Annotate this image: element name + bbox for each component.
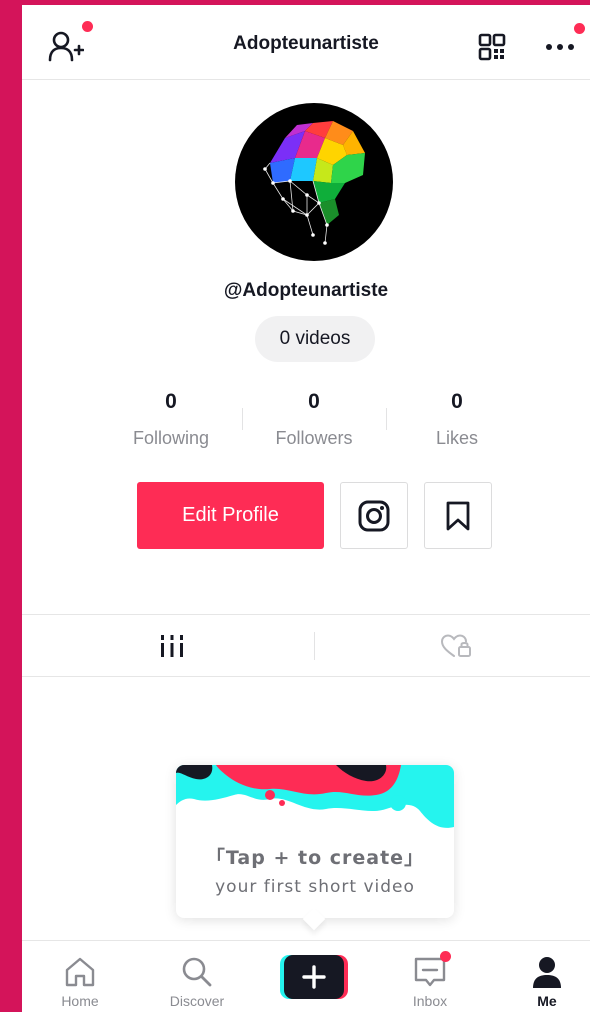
- username-handle: @Adopteunartiste: [223, 280, 389, 301]
- brain-logo-icon: [263, 121, 365, 245]
- stat-value: 0: [308, 390, 320, 413]
- nav-home[interactable]: Home: [30, 941, 130, 1012]
- tab-videos[interactable]: [30, 615, 314, 677]
- tab-liked[interactable]: [314, 615, 590, 677]
- home-icon: [65, 957, 95, 987]
- stat-following[interactable]: 0 Following: [101, 390, 241, 449]
- notification-dot: [574, 23, 585, 34]
- nav-me[interactable]: Me: [497, 941, 590, 1012]
- top-bar: Adopteunartiste: [22, 5, 590, 80]
- instagram-button[interactable]: [340, 482, 408, 549]
- notification-dot: [82, 21, 93, 32]
- create-prompt-subtitle: your first short video: [215, 877, 415, 897]
- create-first-video-card[interactable]: 「Tap + to create」 your first short video: [176, 765, 454, 931]
- instagram-icon: [358, 500, 390, 531]
- content-tabs: [22, 614, 590, 677]
- nav-discover[interactable]: Discover: [147, 941, 247, 1012]
- search-icon: [182, 957, 212, 987]
- favorites-button[interactable]: [424, 482, 492, 549]
- bookmark-icon: [446, 501, 470, 530]
- card-pointer: [302, 907, 326, 931]
- videos-grid-icon: [161, 635, 183, 657]
- edit-profile-button[interactable]: Edit Profile: [137, 482, 324, 549]
- stat-label: Following: [132, 428, 210, 448]
- create-plus-icon: [280, 955, 348, 999]
- nav-inbox[interactable]: Inbox: [380, 941, 480, 1012]
- nav-label: Discover: [169, 993, 225, 1009]
- qr-code-icon: [478, 33, 506, 61]
- profile-screen: Adopteunartiste @Adopteunartiste 0 video…: [22, 5, 590, 1012]
- create-prompt-title: 「Tap + to create」: [205, 847, 425, 869]
- stat-value: 0: [165, 390, 177, 413]
- videos-count-badge: 0 videos: [255, 316, 375, 362]
- stat-label: Followers: [275, 428, 353, 448]
- nav-label: Home: [61, 993, 99, 1009]
- stat-value: 0: [451, 390, 463, 413]
- stat-likes[interactable]: 0 Likes: [387, 390, 527, 449]
- stat-divider: [242, 408, 243, 430]
- profile-icon: [533, 957, 561, 988]
- more-icon: [546, 44, 574, 50]
- notification-dot: [440, 951, 451, 962]
- stat-followers[interactable]: 0 Followers: [244, 390, 384, 449]
- qr-code-button[interactable]: [472, 27, 512, 67]
- nav-label: Me: [537, 993, 557, 1009]
- nav-label: Inbox: [412, 993, 448, 1009]
- avatar[interactable]: [235, 103, 393, 261]
- stat-label: Likes: [435, 428, 479, 448]
- create-video-button[interactable]: [280, 955, 348, 999]
- decorative-banner: [176, 765, 454, 835]
- bottom-navigation: Home Discover Inbox Me: [22, 940, 590, 1012]
- more-options-button[interactable]: [540, 23, 585, 67]
- banner-art-icon: [176, 765, 454, 835]
- liked-lock-icon: [440, 634, 471, 657]
